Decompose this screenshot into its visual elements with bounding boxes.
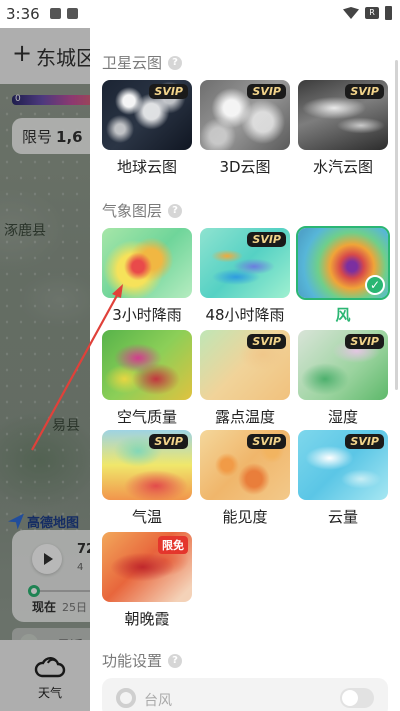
battery-icon — [385, 6, 392, 20]
layer-tile-3d-cloud[interactable]: SVIP 3D云图 — [200, 80, 290, 177]
section-title-text: 气象图层 — [102, 202, 163, 220]
layer-tile-air-quality[interactable]: 空气质量 — [102, 330, 192, 427]
tile-label: 地球云图 — [116, 158, 177, 176]
timeline-date-label: 25日 — [62, 601, 87, 614]
water-vapor-thumbnail: SVIP — [298, 80, 388, 150]
drawer-scrollbar[interactable] — [395, 60, 398, 390]
tile-label: 空气质量 — [116, 408, 177, 426]
app-notification-icon — [67, 8, 78, 19]
layer-tile-visibility[interactable]: SVIP 能见度 — [200, 430, 290, 527]
selected-check-icon: ✓ — [365, 275, 385, 295]
sunrise-glow-thumbnail: 限免 — [102, 532, 192, 602]
tile-label: 3D云图 — [219, 158, 271, 176]
layer-tile-cloud-cover[interactable]: SVIP 云量 — [298, 430, 388, 527]
tile-label: 水汽云图 — [312, 158, 373, 176]
svip-badge: SVIP — [247, 84, 286, 99]
play-button[interactable] — [32, 544, 62, 574]
place-label: 涿鹿县 — [4, 223, 46, 239]
globe-cloud-thumbnail: SVIP — [102, 80, 192, 150]
image-notification-icon — [50, 8, 61, 19]
svip-badge: SVIP — [149, 84, 188, 99]
satellite-section-title: 卫星云图 ? — [102, 52, 183, 73]
amap-arrow-icon — [8, 513, 24, 530]
layer-tile-temperature[interactable]: SVIP 气温 — [102, 430, 192, 527]
tile-label: 能见度 — [222, 508, 268, 526]
cloud-cover-thumbnail: SVIP — [298, 430, 388, 500]
layer-tile-dew-point[interactable]: SVIP 露点温度 — [200, 330, 290, 427]
typhoon-toggle[interactable] — [340, 688, 374, 708]
help-icon[interactable]: ? — [168, 653, 183, 668]
wind-thumbnail: ✓ — [296, 226, 390, 300]
amap-logo: 高德地图 — [8, 512, 79, 531]
tile-label: 3小时降雨 — [112, 306, 182, 324]
status-bar: 3:36 R — [0, 0, 400, 28]
tile-label: 湿度 — [327, 408, 358, 426]
humidity-thumbnail: SVIP — [298, 330, 388, 400]
status-notification-icons — [50, 8, 78, 19]
layer-tile-wind[interactable]: ✓ 风 — [296, 226, 390, 325]
weather-layer-section-title: 气象图层 ? — [102, 200, 183, 221]
add-location-icon[interactable]: + — [12, 41, 32, 65]
rain-3h-thumbnail — [102, 228, 192, 298]
traffic-restriction-pill[interactable]: 限号 1,6 — [12, 118, 102, 154]
amap-brand-text: 高德地图 — [27, 516, 80, 531]
restriction-label: 限号 — [22, 128, 53, 146]
rain-48h-thumbnail: SVIP — [200, 228, 290, 298]
3d-cloud-thumbnail: SVIP — [200, 80, 290, 150]
visibility-thumbnail: SVIP — [200, 430, 290, 500]
layer-tile-rain-3h[interactable]: 3小时降雨 — [102, 228, 192, 325]
help-icon[interactable]: ? — [168, 203, 183, 218]
tile-label: 48小时降雨 — [205, 306, 285, 324]
timeline-now-label: 现在 — [32, 600, 57, 614]
tile-label: 露点温度 — [214, 408, 275, 426]
layer-tile-globe-cloud[interactable]: SVIP 地球云图 — [102, 80, 192, 177]
rain-scale-legend — [12, 95, 102, 105]
typhoon-setting-row: 台风 — [102, 678, 388, 711]
cloud-icon — [34, 657, 66, 678]
typhoon-label: 台风 — [144, 693, 172, 709]
nav-tab-weather[interactable]: 天气 — [28, 652, 72, 702]
section-title-text: 卫星云图 — [102, 54, 163, 72]
svip-badge: SVIP — [247, 434, 286, 449]
layer-drawer: 卫星云图 ? SVIP 地球云图 SVIP 3D云图 SVIP 水汽云图 气象图… — [90, 0, 400, 711]
nav-tab-weather-label: 天气 — [38, 686, 63, 700]
layer-tile-rain-48h[interactable]: SVIP 48小时降雨 — [200, 228, 290, 325]
limited-free-badge: 限免 — [158, 536, 188, 554]
air-quality-thumbnail — [102, 330, 192, 400]
scale-value: 0 — [15, 94, 21, 104]
timeline-handle[interactable] — [28, 585, 40, 597]
tile-label: 风 — [335, 306, 351, 324]
wifi-icon — [343, 7, 359, 19]
tile-label: 气温 — [131, 508, 162, 526]
svip-badge: SVIP — [345, 84, 384, 99]
section-title-text: 功能设置 — [102, 652, 163, 670]
player-value-secondary: 4 — [77, 562, 84, 573]
typhoon-icon — [116, 688, 136, 708]
svip-badge: SVIP — [345, 334, 384, 349]
restriction-numbers: 1,6 — [56, 128, 83, 146]
svip-badge: SVIP — [247, 232, 286, 247]
temperature-thumbnail: SVIP — [102, 430, 192, 500]
play-icon — [44, 553, 53, 565]
location-title[interactable]: 东城区 — [36, 42, 96, 71]
layer-tile-water-vapor[interactable]: SVIP 水汽云图 — [298, 80, 388, 177]
function-section-title: 功能设置 ? — [102, 650, 183, 671]
tile-label: 云量 — [327, 508, 358, 526]
svip-badge: SVIP — [345, 434, 384, 449]
place-label: 易县 — [52, 418, 80, 434]
dew-point-thumbnail: SVIP — [200, 330, 290, 400]
layer-tile-sunrise-glow[interactable]: 限免 朝晚霞 — [102, 532, 192, 629]
bottom-nav: 天气 — [0, 640, 96, 711]
status-system-icons: R — [343, 6, 392, 20]
svip-badge: SVIP — [247, 334, 286, 349]
status-time: 3:36 — [6, 5, 40, 23]
svip-badge: SVIP — [149, 434, 188, 449]
signal-icon: R — [365, 7, 379, 19]
tile-label: 朝晚霞 — [124, 610, 170, 628]
help-icon[interactable]: ? — [168, 55, 183, 70]
layer-tile-humidity[interactable]: SVIP 湿度 — [298, 330, 388, 427]
